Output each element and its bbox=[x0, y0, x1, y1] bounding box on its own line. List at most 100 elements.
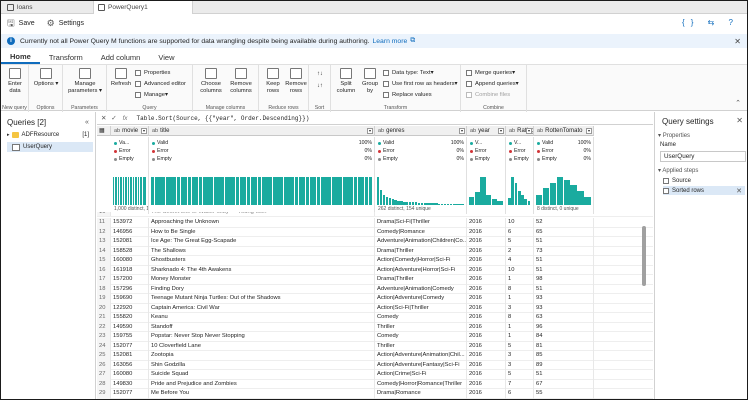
table-cell-year[interactable]: 2016 bbox=[467, 237, 506, 247]
table-cell-rating[interactable]: 3 bbox=[506, 303, 534, 313]
table-cell-year[interactable]: 2016 bbox=[467, 256, 506, 266]
table-cell-title[interactable]: Sharknado 4: The 4th Awakens bbox=[149, 265, 375, 275]
table-row[interactable]: 11 153972 Approaching the Unknown Drama|Sci… bbox=[97, 218, 653, 228]
table-cell-title[interactable]: Keanu bbox=[149, 313, 375, 323]
table-cell-year[interactable]: 2016 bbox=[467, 379, 506, 389]
table-cell-movie[interactable]: 149830 bbox=[111, 379, 149, 389]
table-cell-genres[interactable]: Action|Adventure|Animation|Chil... bbox=[375, 351, 467, 361]
table-cell-genres[interactable]: Action|Adventure|Comedy bbox=[375, 294, 467, 304]
table-row[interactable]: 19 159690 Teenage Mutant Ninja Turtles: Ou… bbox=[97, 294, 653, 304]
table-row[interactable]: 16 161918 Sharknado 4: The 4th Awakens Acti… bbox=[97, 265, 653, 275]
table-row[interactable]: 14 158528 The Shallows Drama|Thriller 2016 2 7… bbox=[97, 246, 653, 256]
replace-values-button[interactable]: Replace values bbox=[383, 92, 432, 98]
table-row[interactable]: 20 122920 Captain America: Civil War Action… bbox=[97, 303, 653, 313]
sort-descending-icon[interactable]: ↓↑ bbox=[313, 83, 327, 90]
text-type-icon[interactable]: ab bbox=[152, 128, 158, 134]
text-type-icon[interactable]: ab bbox=[114, 128, 120, 134]
table-cell-rating[interactable]: 7 bbox=[506, 379, 534, 389]
column-header-rottentomato[interactable]: ab RottenTomato ▾ bbox=[534, 126, 594, 136]
table-cell-rt[interactable]: 73 bbox=[534, 246, 594, 256]
toolbar-right-icons[interactable]: {} ⇆ ? bbox=[682, 18, 739, 27]
table-cell-title[interactable]: Suicide Squad bbox=[149, 370, 375, 380]
table-cell-year[interactable]: 2016 bbox=[467, 265, 506, 275]
table-row[interactable]: 23 159755 Popstar: Never Stop Never Stoppi… bbox=[97, 332, 653, 342]
table-cell-movie[interactable]: 160080 bbox=[111, 370, 149, 380]
column-header-title[interactable]: ab title ▾ bbox=[149, 126, 375, 136]
table-cell-title[interactable]: Popstar: Never Stop Never Stopping bbox=[149, 332, 375, 342]
close-icon[interactable]: ✕ bbox=[736, 116, 743, 125]
column-filter-icon[interactable]: ▾ bbox=[367, 128, 373, 134]
table-cell-year[interactable]: 2016 bbox=[467, 246, 506, 256]
table-cell-title[interactable]: Finding Dory bbox=[149, 284, 375, 294]
table-cell-title[interactable]: Me Before You bbox=[149, 389, 375, 399]
text-type-icon[interactable]: ab bbox=[509, 128, 515, 134]
table-cell-movie[interactable]: 159755 bbox=[111, 332, 149, 342]
table-row[interactable]: 26 163056 Shin Godzilla Action|Adventure|Fa… bbox=[97, 360, 653, 370]
table-cell-title[interactable]: Ghostbusters bbox=[149, 256, 375, 266]
table-cell-rating[interactable]: 8 bbox=[506, 284, 534, 294]
text-type-icon[interactable]: ab bbox=[537, 128, 543, 134]
table-cell-year[interactable]: 2016 bbox=[467, 341, 506, 351]
table-cell-genres[interactable]: Drama|Sci-Fi|Thriller bbox=[375, 218, 467, 228]
table-cell-year[interactable]: 2016 bbox=[467, 332, 506, 342]
append-queries-button[interactable]: Append queries ▾ bbox=[466, 81, 519, 87]
column-header-rating[interactable]: abRating▾ bbox=[506, 126, 534, 136]
vertical-scrollbar[interactable] bbox=[642, 226, 646, 286]
delete-step-icon[interactable]: ✕ bbox=[736, 187, 742, 195]
table-cell-title[interactable]: Money Monster bbox=[149, 275, 375, 285]
table-cell-genres[interactable]: Thriller bbox=[375, 341, 467, 351]
table-cell-genres[interactable]: Adventure|Animation|Comedy bbox=[375, 284, 467, 294]
column-filter-icon[interactable]: ▾ bbox=[141, 128, 147, 134]
keep-rows-button[interactable]: Keep rows bbox=[262, 68, 284, 94]
table-cell-movie[interactable]: 152081 bbox=[111, 351, 149, 361]
table-cell-rating[interactable]: 8 bbox=[506, 313, 534, 323]
column-filter-icon[interactable]: ▾ bbox=[498, 128, 504, 134]
table-cell-genres[interactable]: Comedy bbox=[375, 313, 467, 323]
formula-input[interactable]: Table.Sort(Source, {{"year", Order.Desce… bbox=[136, 115, 309, 122]
query-item-userquery[interactable]: UserQuery bbox=[7, 142, 93, 152]
table-cell-genres[interactable]: Action|Adventure|Fantasy|Sci-Fi bbox=[375, 360, 467, 370]
table-cell-rating[interactable]: 2 bbox=[506, 246, 534, 256]
table-cell-movie[interactable]: 160080 bbox=[111, 256, 149, 266]
table-cell-rating[interactable]: 6 bbox=[506, 389, 534, 399]
table-cell-title[interactable]: Shin Godzilla bbox=[149, 360, 375, 370]
step-source[interactable]: Source bbox=[663, 176, 745, 185]
options-button[interactable]: Options ▾ bbox=[32, 68, 60, 88]
table-row[interactable]: 25 152081 Zootopia Action|Adventure|Animati… bbox=[97, 351, 653, 361]
table-row[interactable]: 21 155820 Keanu Comedy 2016 8 63 bbox=[97, 313, 653, 323]
table-cell-rating[interactable]: 10 bbox=[506, 265, 534, 275]
column-header-year[interactable]: ab year ▾ bbox=[467, 126, 506, 136]
table-cell-genres[interactable]: Comedy bbox=[375, 332, 467, 342]
table-cell-rating[interactable]: 10 bbox=[506, 218, 534, 228]
table-cell-movie[interactable]: 149590 bbox=[111, 322, 149, 332]
settings-button[interactable]: ⚙ Settings bbox=[47, 18, 84, 29]
table-cell-rating[interactable]: 5 bbox=[506, 370, 534, 380]
table-cell-rt[interactable]: 55 bbox=[534, 389, 594, 399]
table-cell-genres[interactable]: Comedy|Romance bbox=[375, 227, 467, 237]
table-cell-genres[interactable]: Adventure|Animation|Children|Co... bbox=[375, 237, 467, 247]
table-cell-title[interactable]: Approaching the Unknown bbox=[149, 218, 375, 228]
table-cell-year[interactable]: 2016 bbox=[467, 284, 506, 294]
table-cell-rt[interactable]: 84 bbox=[534, 332, 594, 342]
table-cell-movie[interactable]: 163056 bbox=[111, 360, 149, 370]
merge-queries-button[interactable]: Merge queries ▾ bbox=[466, 70, 515, 76]
group-by-button[interactable]: Group by bbox=[359, 68, 381, 94]
table-row[interactable]: 12 146956 How to Be Single Comedy|Romance 20… bbox=[97, 227, 653, 237]
choose-columns-button[interactable]: Choose columns bbox=[197, 68, 225, 94]
table-cell-rating[interactable]: 6 bbox=[506, 227, 534, 237]
table-cell-year[interactable]: 2016 bbox=[467, 294, 506, 304]
doc-tab-powerquery1[interactable]: PowerQuery1 bbox=[93, 1, 193, 14]
table-cell-title[interactable]: Pride and Prejudice and Zombies bbox=[149, 379, 375, 389]
table-cell-genres[interactable]: Drama|Thriller bbox=[375, 246, 467, 256]
text-type-icon[interactable]: ab bbox=[378, 128, 384, 134]
table-cell-year[interactable]: 2016 bbox=[467, 360, 506, 370]
table-row[interactable]: 27 160080 Suicide Squad Action|Crime|Sci-Fi… bbox=[97, 370, 653, 380]
doc-tab-loans[interactable]: loans bbox=[3, 1, 93, 14]
table-row[interactable]: 18 157296 Finding Dory Adventure|Animation|… bbox=[97, 284, 653, 294]
split-column-button[interactable]: Split column bbox=[334, 68, 358, 94]
table-cell-title[interactable]: Ice Age: The Great Egg-Scapade bbox=[149, 237, 375, 247]
table-cell-title[interactable]: Teenage Mutant Ninja Turtles: Out of the… bbox=[149, 294, 375, 304]
tab-add-column[interactable]: Add column bbox=[92, 50, 150, 64]
table-cell-title[interactable]: Standoff bbox=[149, 322, 375, 332]
table-cell-rt[interactable]: 51 bbox=[534, 284, 594, 294]
